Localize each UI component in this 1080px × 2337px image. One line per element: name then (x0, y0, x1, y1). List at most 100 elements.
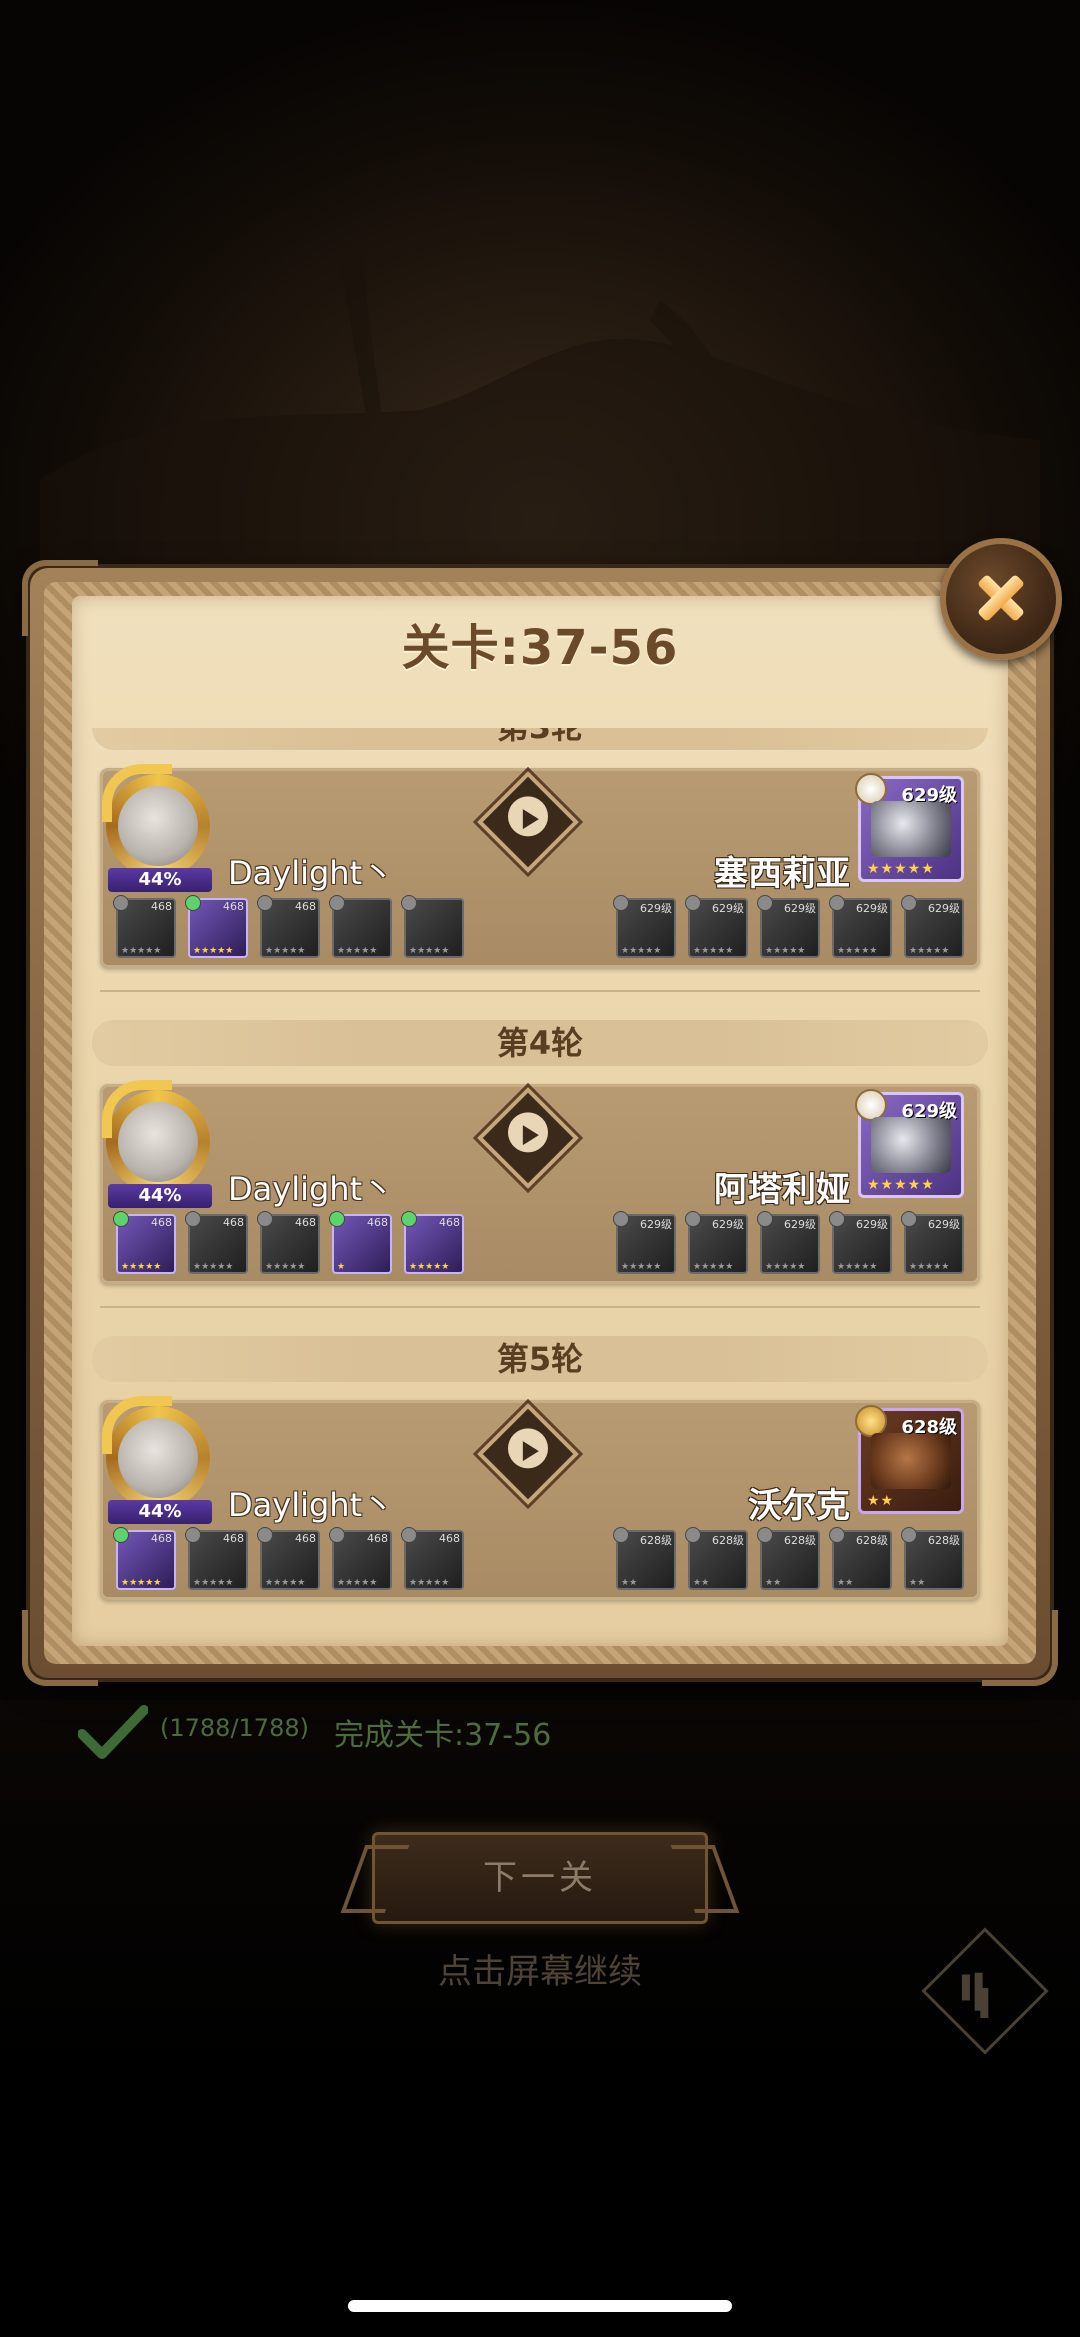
faction-icon (185, 895, 201, 911)
hero-slot[interactable]: 628级 ★★ (829, 1527, 892, 1590)
enemy-portrait (871, 801, 951, 857)
player-name: Daylight丶 (228, 1170, 395, 1208)
next-stage-label: 下一关 (483, 1858, 597, 1898)
enemy-level: 629级 (901, 1101, 957, 1122)
hero-level: 468 (439, 1532, 460, 1545)
hero-stars: ★★★★★ (409, 1578, 450, 1588)
hero-slot[interactable]: 629级 ★★★★★ (829, 1211, 892, 1274)
faction-icon (329, 1527, 345, 1543)
hero-stars: ★ (337, 1262, 346, 1272)
faction-icon (113, 1211, 129, 1227)
enemy-avatar[interactable]: 628级 ★★ (855, 1405, 964, 1514)
tap-to-continue[interactable]: 点击屏幕继续 (0, 1944, 1080, 1993)
hero-level: 468 (223, 900, 244, 913)
hero-slot[interactable]: 468 ★★★★★ (401, 1527, 464, 1590)
play-icon[interactable] (477, 1087, 579, 1189)
hero-slot[interactable]: 468 ★★★★★ (113, 895, 176, 958)
hero-slot[interactable]: 468 ★ (329, 1211, 392, 1274)
hero-stars: ★★★★★ (909, 1262, 950, 1272)
hero-stars: ★★★★★ (765, 1262, 806, 1272)
faction-icon (113, 1527, 129, 1543)
enemy-stars: ★★★★★ (867, 861, 935, 877)
hero-slot[interactable]: 629级 ★★★★★ (685, 1211, 748, 1274)
hero-level: 468 (295, 900, 316, 913)
hero-stars: ★★ (837, 1578, 854, 1588)
play-icon[interactable] (477, 771, 579, 873)
enemy-team: 629级 ★★★★★ 629级 ★★★★★ 629级 ★★★★★ 629级 ★★★★★ 629级… (613, 895, 964, 958)
hero-slot[interactable]: ★★★★★ (329, 895, 392, 958)
frame-corner-ornament (982, 1610, 1058, 1686)
rounds-list[interactable]: 第3轮 44% Daylight丶 塞西莉亚 629级 ★★★★★ 468★★★… (92, 728, 988, 1633)
hero-slot[interactable]: 629级 ★★★★★ (901, 895, 964, 958)
hero-slot[interactable]: 628级 ★★ (901, 1527, 964, 1590)
hero-slot[interactable]: 629级 ★★★★★ (613, 895, 676, 958)
hero-slot[interactable]: 629级 ★★★★★ (685, 895, 748, 958)
hero-slot[interactable]: 468 ★★★★★ (257, 895, 320, 958)
faction-icon (185, 1211, 201, 1227)
hero-slot[interactable]: 468 ★★★★★ (185, 1211, 248, 1274)
faction-icon (901, 1527, 917, 1543)
close-icon[interactable] (940, 538, 1062, 660)
faction-icon (613, 1527, 629, 1543)
next-stage-button[interactable]: 下一关 (340, 1832, 740, 1924)
hero-slot[interactable]: 468 ★★★★★ (113, 1211, 176, 1274)
hero-stars: ★★★★★ (121, 1578, 162, 1588)
home-indicator[interactable] (348, 2300, 732, 2312)
enemy-name: 阿塔利娅 (714, 1170, 850, 1210)
enemy-avatar[interactable]: 629级 ★★★★★ (855, 773, 964, 882)
hero-level: 628级 (928, 1534, 960, 1547)
hero-slot[interactable]: ★★★★★ (401, 895, 464, 958)
hero-stars: ★★ (621, 1578, 638, 1588)
round-card-5: 44% Daylight丶 沃尔克 628级 ★★ 468 ★★★★★ 468 ★★★… (100, 1396, 980, 1600)
enemy-level: 629级 (901, 785, 957, 806)
hero-level: 468 (367, 1532, 388, 1545)
hero-slot[interactable]: 468 ★★★★★ (401, 1211, 464, 1274)
hero-stars: ★★★★★ (337, 946, 378, 956)
hero-level: 468 (151, 900, 172, 913)
hero-stars: ★★ (765, 1578, 782, 1588)
hero-slot[interactable]: 628级 ★★ (757, 1527, 820, 1590)
hero-stars: ★★★★★ (265, 1578, 306, 1588)
hero-stars: ★★★★★ (621, 1262, 662, 1272)
hero-slot[interactable]: 468 ★★★★★ (185, 895, 248, 958)
enemy-name: 塞西莉亚 (714, 854, 850, 894)
hero-level: 628级 (640, 1534, 672, 1547)
hero-slot[interactable]: 629级 ★★★★★ (829, 895, 892, 958)
hero-stars: ★★★★★ (837, 946, 878, 956)
faction-icon (901, 895, 917, 911)
faction-icon (757, 1211, 773, 1227)
round-header: 第5轮 (92, 1336, 988, 1382)
hero-level: 628级 (856, 1534, 888, 1547)
player-percent: 44% (108, 868, 212, 892)
faction-icon (757, 895, 773, 911)
hero-slot[interactable]: 468 ★★★★★ (257, 1527, 320, 1590)
play-icon[interactable] (477, 1403, 579, 1505)
hero-slot[interactable]: 468 ★★★★★ (185, 1527, 248, 1590)
faction-icon (401, 1527, 417, 1543)
enemy-name: 沃尔克 (748, 1486, 850, 1526)
hero-slot[interactable]: 629级 ★★★★★ (757, 1211, 820, 1274)
hero-slot[interactable]: 468 ★★★★★ (113, 1527, 176, 1590)
hero-level: 628级 (784, 1534, 816, 1547)
hero-stars: ★★★★★ (909, 946, 950, 956)
hero-stars: ★★★★★ (409, 1262, 450, 1272)
background-lower (0, 1700, 1080, 2337)
hero-slot[interactable]: 628级 ★★ (685, 1527, 748, 1590)
round-card-4: 44% Daylight丶 阿塔利娅 629级 ★★★★★ 468 ★★★★★ 46… (100, 1080, 980, 1284)
player-team: 468 ★★★★★ 468 ★★★★★ 468 ★★★★★ 468 ★★★★★ 468 ★★★★★ (113, 1527, 464, 1590)
hero-level: 468 (439, 1216, 460, 1229)
hero-slot[interactable]: 629级 ★★★★★ (757, 895, 820, 958)
hero-level: 468 (223, 1532, 244, 1545)
hero-slot[interactable]: 468 ★★★★★ (329, 1527, 392, 1590)
hero-level: 629级 (640, 902, 672, 915)
enemy-stars: ★★ (867, 1493, 895, 1509)
faction-icon (329, 1211, 345, 1227)
hero-slot[interactable]: 468 ★★★★★ (257, 1211, 320, 1274)
hero-slot[interactable]: 628级 ★★ (613, 1527, 676, 1590)
faction-icon (113, 895, 129, 911)
hero-slot[interactable]: 629级 ★★★★★ (901, 1211, 964, 1274)
hero-level: 629级 (784, 1218, 816, 1231)
hero-slot[interactable]: 629级 ★★★★★ (613, 1211, 676, 1274)
enemy-avatar[interactable]: 629级 ★★★★★ (855, 1089, 964, 1198)
hero-level: 468 (151, 1532, 172, 1545)
